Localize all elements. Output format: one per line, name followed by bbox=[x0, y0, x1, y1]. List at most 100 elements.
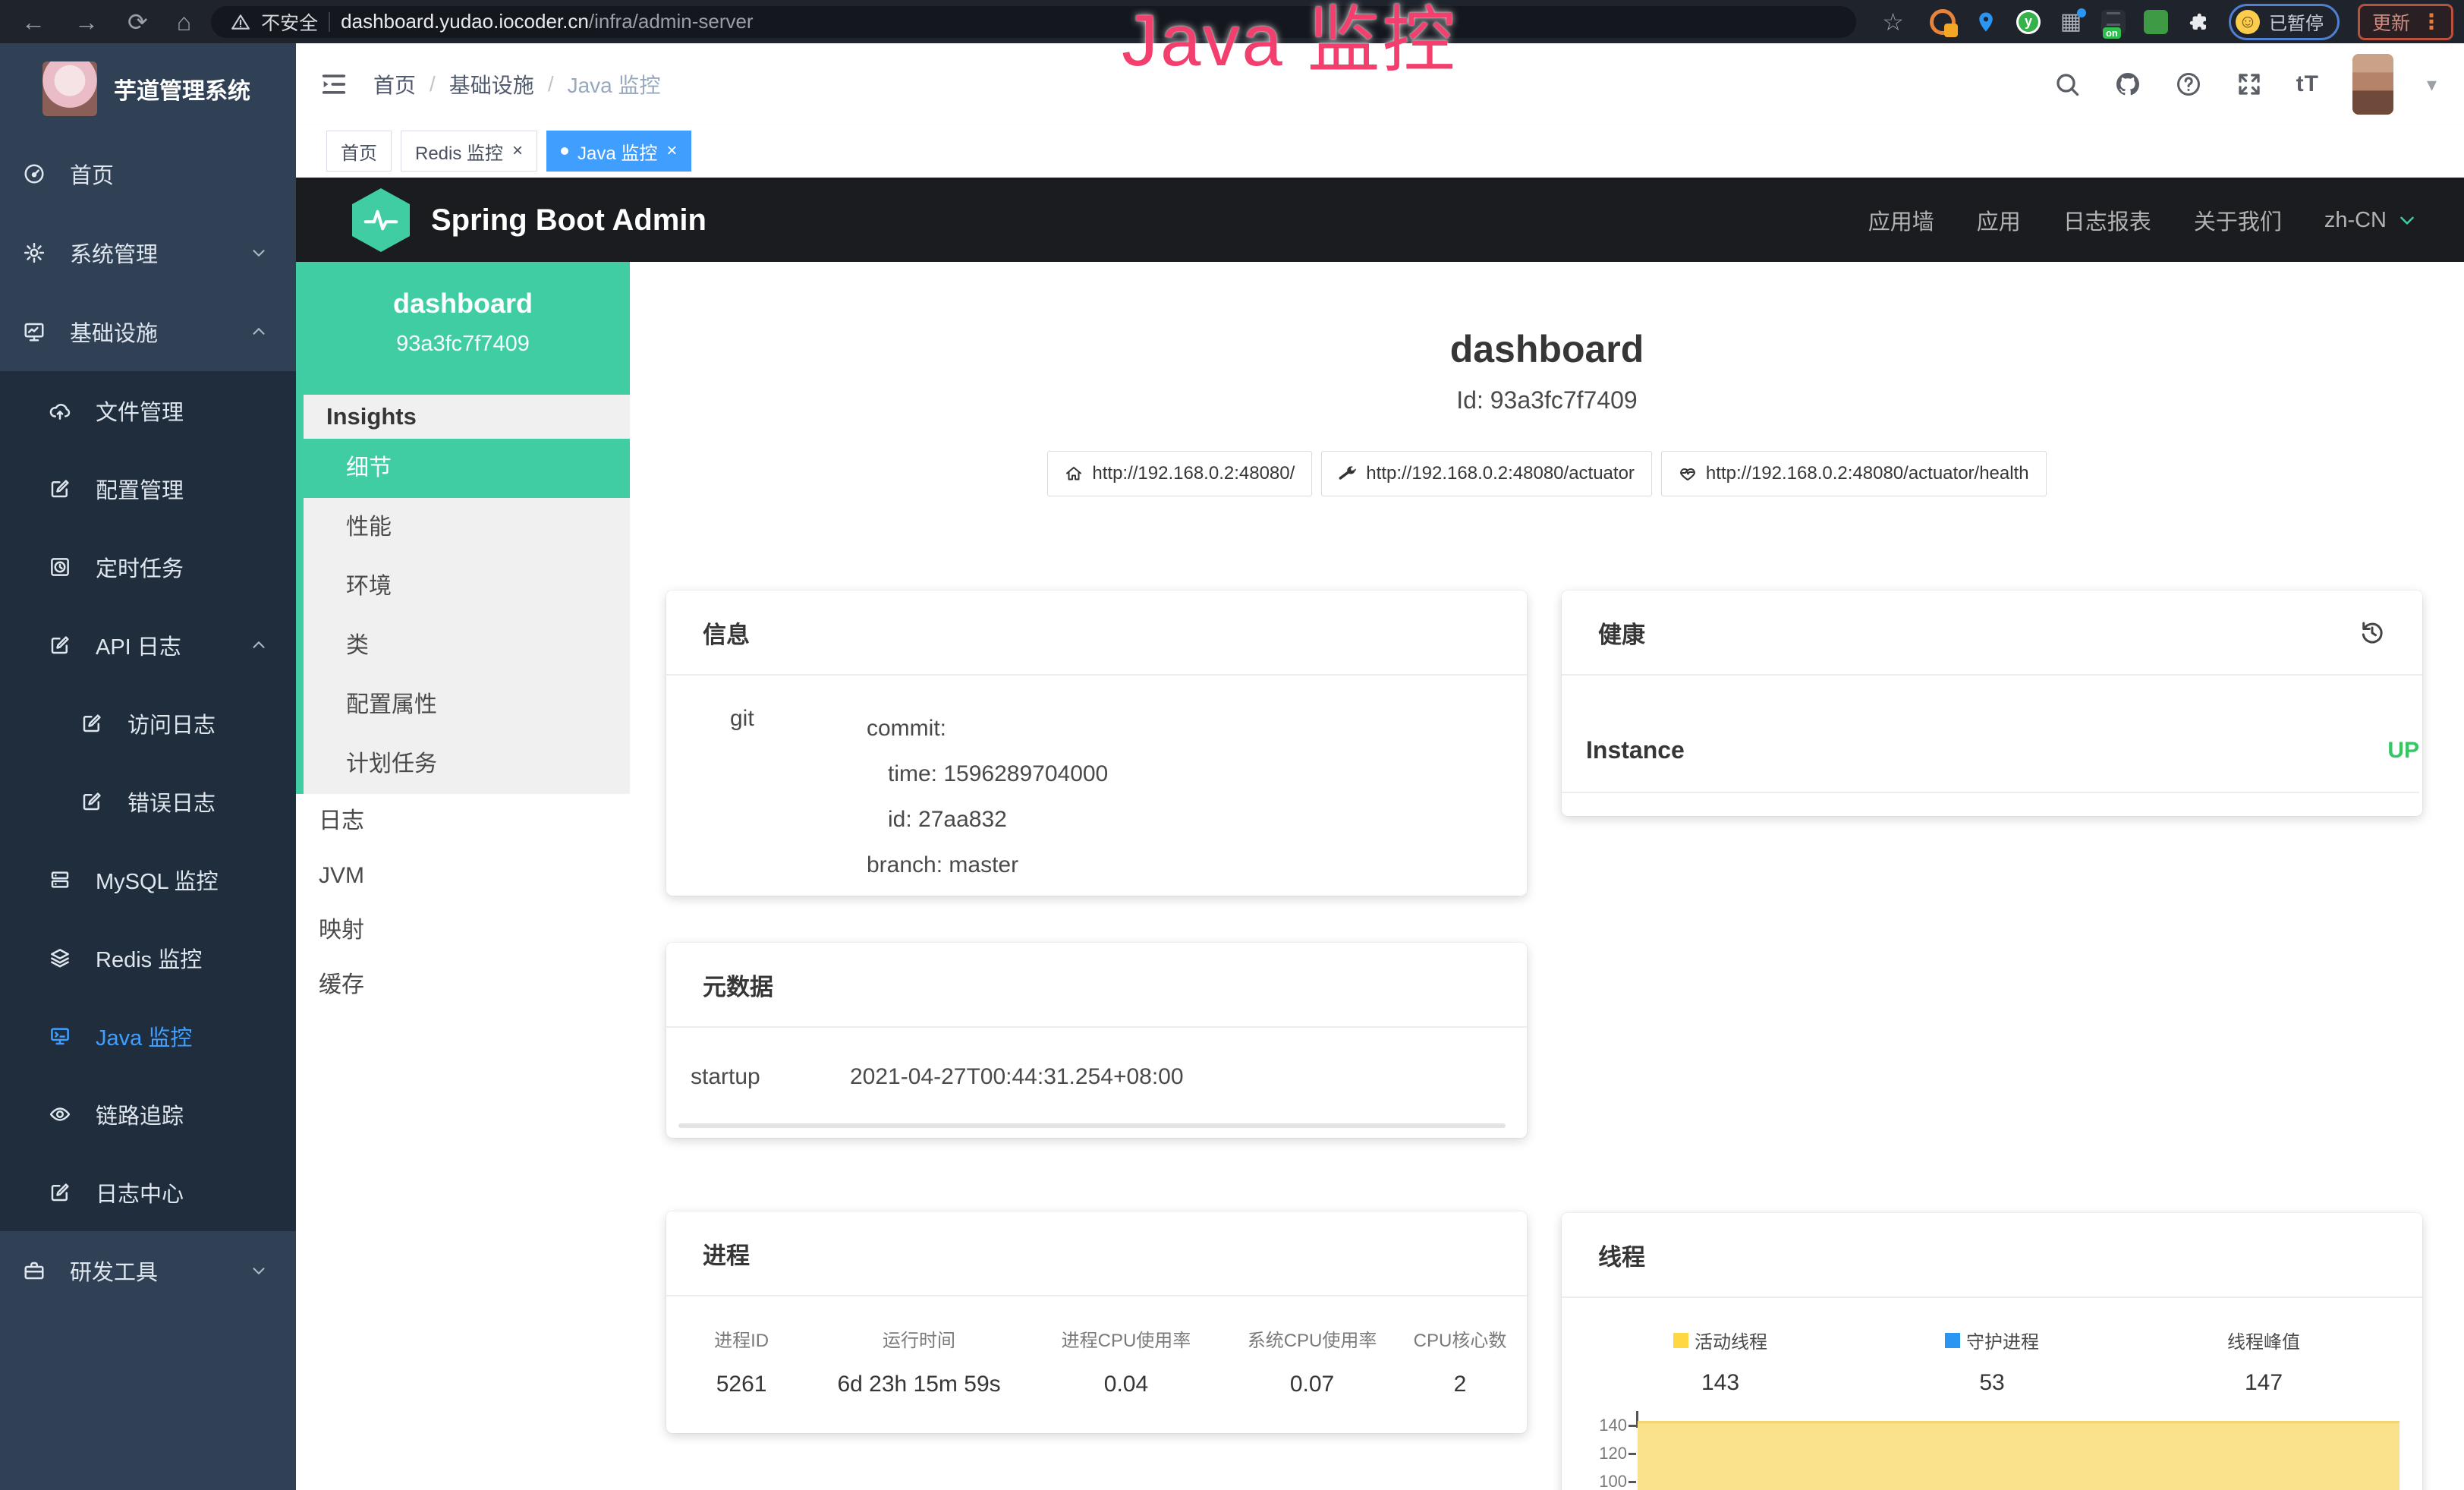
extension-grid-icon[interactable]: ▦ bbox=[2059, 10, 2083, 34]
browser-home-icon[interactable]: ⌂ bbox=[177, 10, 191, 34]
health-instance-row[interactable]: Instance UP bbox=[1562, 736, 2419, 793]
extensions-puzzle-icon[interactable] bbox=[2186, 10, 2211, 34]
admin-sidebar: 芋道管理系统 首页 系统管理 基础设施 文件管理 配置管理 定时任务 API 日… bbox=[0, 43, 296, 1490]
chevron-up-icon bbox=[249, 635, 269, 655]
sba-nav-applications[interactable]: 应用 bbox=[1977, 204, 2021, 236]
extension-y-icon[interactable]: y bbox=[2016, 10, 2041, 34]
sidebar-item-dev-tools[interactable]: 研发工具 bbox=[0, 1231, 296, 1310]
sba-menu-environment[interactable]: 环境 bbox=[304, 557, 630, 616]
threads-legend: 活动线程 143 守护进程 53 线程峰值 147 bbox=[1562, 1327, 2422, 1396]
sba-menu-mappings[interactable]: 映射 bbox=[296, 903, 630, 958]
sidebar-item-label: 配置管理 bbox=[96, 473, 184, 505]
browser-menu-icon[interactable]: ⋮ bbox=[2421, 9, 2442, 34]
sidebar-item-infra[interactable]: 基础设施 bbox=[0, 292, 296, 371]
sba-menu-caches[interactable]: 缓存 bbox=[296, 958, 630, 1013]
sba-nav-wall[interactable]: 应用墙 bbox=[1868, 204, 1934, 236]
process-id-value: 5261 bbox=[674, 1372, 809, 1397]
github-icon[interactable] bbox=[2114, 71, 2141, 98]
font-size-icon[interactable]: tT bbox=[2296, 71, 2319, 97]
search-icon[interactable] bbox=[2053, 71, 2081, 98]
history-icon[interactable] bbox=[2359, 619, 2386, 646]
sidebar-item-redis-monitor[interactable]: Redis 监控 bbox=[0, 918, 296, 997]
process-card-title: 进程 bbox=[703, 1236, 750, 1271]
sidebar-item-java-monitor[interactable]: Java 监控 bbox=[0, 997, 296, 1075]
tab-redis-monitor[interactable]: Redis 监控 × bbox=[401, 131, 537, 172]
address-bar[interactable]: 不安全 dashboard.yudao.iocoder.cn/infra/adm… bbox=[211, 6, 1856, 38]
sidebar-item-label: 日志中心 bbox=[96, 1177, 184, 1208]
sba-menu-details[interactable]: 细节 bbox=[304, 439, 630, 498]
threads-card-title: 线程 bbox=[1598, 1238, 1645, 1272]
bookmark-star-icon[interactable]: ☆ bbox=[1882, 8, 1904, 36]
extension-on-icon[interactable]: on bbox=[2101, 10, 2126, 34]
tab-java-monitor[interactable]: Java 监控 × bbox=[546, 131, 691, 172]
extension-green-icon[interactable] bbox=[2144, 10, 2168, 34]
sidebar-item-trace[interactable]: 链路追踪 bbox=[0, 1075, 296, 1153]
browser-back-icon[interactable]: ← bbox=[21, 10, 46, 34]
sidebar-item-access-log[interactable]: 访问日志 bbox=[0, 684, 296, 762]
metadata-scrollbar[interactable] bbox=[678, 1123, 1506, 1128]
user-avatar[interactable] bbox=[2352, 54, 2393, 115]
on-lines bbox=[2107, 12, 2120, 26]
sba-nav-about[interactable]: 关于我们 bbox=[2194, 204, 2282, 236]
edit-icon bbox=[49, 477, 71, 500]
metadata-row: startup 2021-04-27T00:44:31.254+08:00 bbox=[666, 1064, 1527, 1090]
sba-menu-performance[interactable]: 性能 bbox=[304, 498, 630, 557]
service-url-button[interactable]: http://192.168.0.2:48080/ bbox=[1047, 451, 1312, 496]
breadcrumb-separator: / bbox=[430, 72, 436, 96]
not-secure-warning-icon bbox=[231, 12, 250, 32]
sidebar-item-api-log[interactable]: API 日志 bbox=[0, 606, 296, 684]
sba-menu-config-props[interactable]: 配置属性 bbox=[304, 676, 630, 735]
sba-menu-classes[interactable]: 类 bbox=[304, 616, 630, 676]
app-logo[interactable]: 芋道管理系统 bbox=[0, 43, 296, 134]
sidebar-item-file-manage[interactable]: 文件管理 bbox=[0, 371, 296, 449]
extension-pin-icon[interactable] bbox=[1974, 10, 1998, 34]
info-row-git: git commit: time: 1596289704000 id: 27aa… bbox=[706, 706, 1493, 896]
help-icon[interactable] bbox=[2175, 71, 2202, 98]
breadcrumb-home[interactable]: 首页 bbox=[373, 69, 416, 99]
page-title: dashboard bbox=[630, 327, 2464, 371]
browser-forward-icon[interactable]: → bbox=[74, 10, 99, 34]
sba-menu-scheduled-tasks[interactable]: 计划任务 bbox=[304, 735, 630, 794]
tab-home[interactable]: 首页 bbox=[326, 131, 392, 172]
heart-pulse-icon bbox=[1679, 465, 1697, 483]
actuator-url-button[interactable]: http://192.168.0.2:48080/actuator bbox=[1321, 451, 1652, 496]
sba-menu-logs[interactable]: 日志 bbox=[296, 794, 630, 849]
sidebar-item-home[interactable]: 首页 bbox=[0, 134, 296, 213]
sba-nav-journal[interactable]: 日志报表 bbox=[2063, 204, 2151, 236]
java-monitor-icon bbox=[49, 1025, 71, 1047]
legend-yellow-swatch bbox=[1673, 1333, 1688, 1348]
extension-badge bbox=[1944, 24, 1958, 37]
sidebar-collapse-icon[interactable] bbox=[319, 69, 349, 99]
extension-orange-icon[interactable] bbox=[1930, 9, 1956, 35]
daemon-threads-value: 53 bbox=[1856, 1370, 2128, 1396]
page-url: dashboard.yudao.iocoder.cn/infra/admin-s… bbox=[341, 10, 753, 33]
breadcrumb-infra[interactable]: 基础设施 bbox=[449, 69, 534, 99]
close-icon[interactable]: × bbox=[512, 142, 523, 160]
close-icon[interactable]: × bbox=[666, 142, 677, 160]
browser-reload-icon[interactable]: ⟳ bbox=[127, 10, 148, 34]
sidebar-item-mysql-monitor[interactable]: MySQL 监控 bbox=[0, 840, 296, 918]
browser-update-button[interactable]: 更新 ⋮ bbox=[2358, 4, 2453, 40]
layers-icon bbox=[49, 947, 71, 969]
health-url-button[interactable]: http://192.168.0.2:48080/actuator/health bbox=[1661, 451, 2047, 496]
sidebar-item-system[interactable]: 系统管理 bbox=[0, 213, 296, 292]
spring-boot-admin-logo-icon bbox=[352, 188, 410, 252]
threads-card: 线程 活动线程 143 守护进程 53 bbox=[1562, 1213, 2422, 1490]
user-menu-caret-icon[interactable]: ▾ bbox=[2427, 73, 2437, 96]
health-card: 健康 Instance UP bbox=[1562, 591, 2422, 816]
git-branch-line: branch: master bbox=[867, 843, 1493, 888]
sba-instance-header[interactable]: dashboard 93a3fc7f7409 bbox=[296, 262, 630, 395]
sidebar-item-log-center[interactable]: 日志中心 bbox=[0, 1153, 296, 1231]
server-icon bbox=[49, 868, 71, 891]
sidebar-item-error-log[interactable]: 错误日志 bbox=[0, 762, 296, 840]
sba-brand-title[interactable]: Spring Boot Admin bbox=[431, 203, 706, 238]
sba-menu-jvm[interactable]: JVM bbox=[296, 849, 630, 903]
sidebar-item-label: Java 监控 bbox=[96, 1020, 192, 1052]
sidebar-item-scheduled-jobs[interactable]: 定时任务 bbox=[0, 528, 296, 606]
sba-locale-select[interactable]: zh-CN bbox=[2324, 208, 2418, 233]
app-title: 芋道管理系统 bbox=[114, 72, 250, 106]
fullscreen-icon[interactable] bbox=[2236, 71, 2263, 98]
browser-extensions-area: ☆ y ▦ on ☺ 已暂停 更新 ⋮ bbox=[1882, 4, 2464, 40]
profile-paused-pill[interactable]: ☺ 已暂停 bbox=[2229, 4, 2340, 40]
sidebar-item-config-manage[interactable]: 配置管理 bbox=[0, 449, 296, 528]
